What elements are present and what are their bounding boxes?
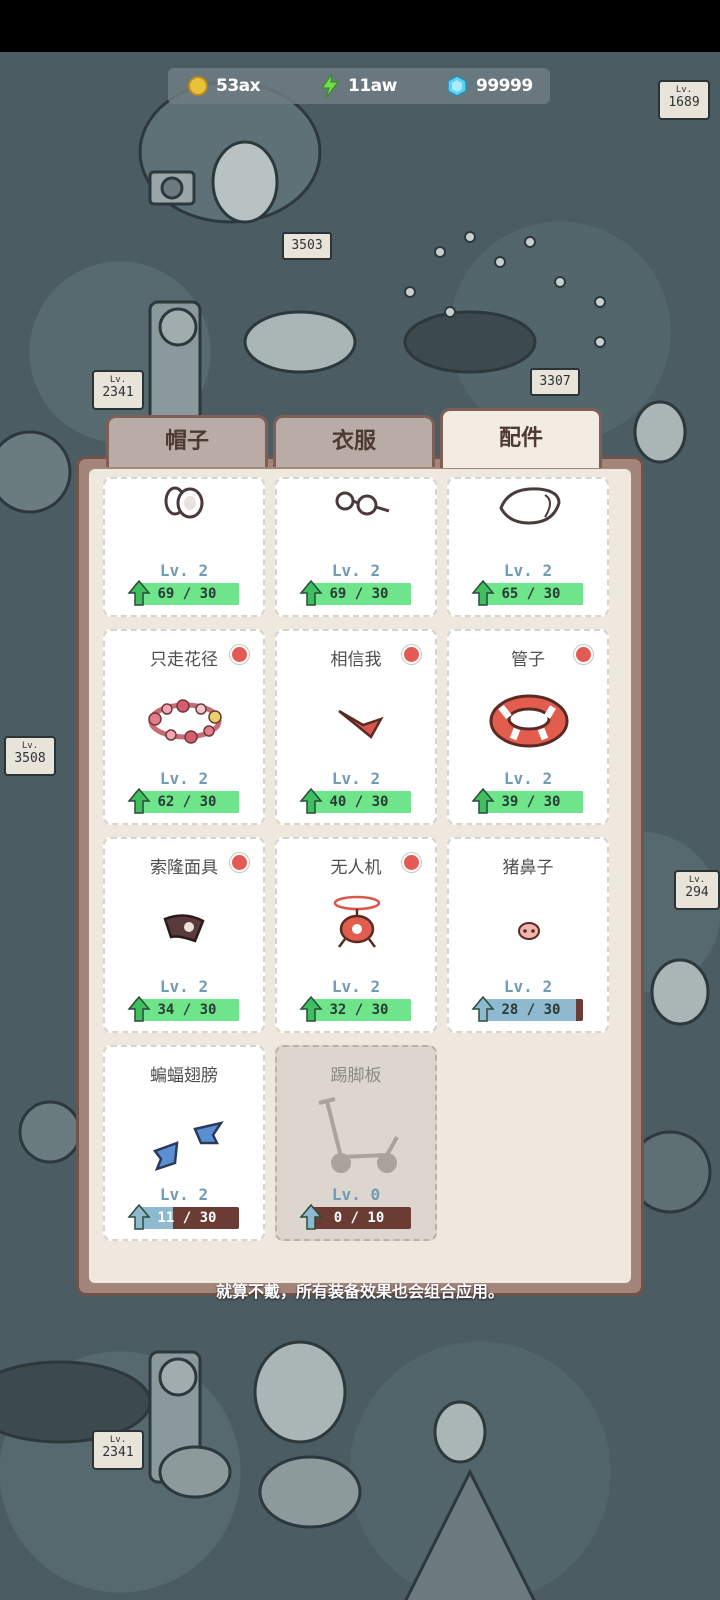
sign-2341-bottom: Lv. 2341 bbox=[92, 1430, 144, 1470]
sign-number: 1689 bbox=[668, 95, 700, 110]
sign-number: 2341 bbox=[102, 1445, 134, 1460]
upgrade-arrow-icon bbox=[299, 995, 323, 1022]
mustache-icon bbox=[338, 709, 384, 739]
gem-amount: 99999 bbox=[476, 76, 533, 96]
energy-counter[interactable]: 11aw bbox=[320, 68, 397, 104]
bat-wings-icon bbox=[152, 1121, 224, 1172]
new-badge bbox=[402, 645, 421, 664]
sign-number: 3503 bbox=[291, 238, 323, 253]
sign-1689: Lv. 1689 bbox=[658, 80, 710, 120]
coin-icon bbox=[188, 76, 208, 96]
item-level: Lv. 2 bbox=[159, 769, 209, 788]
tab-clothes[interactable]: 衣服 bbox=[273, 415, 435, 467]
new-badge bbox=[574, 645, 593, 664]
sign-number: 2341 bbox=[102, 385, 134, 400]
sign-3307: 3307 bbox=[530, 368, 580, 396]
item-level: Lv. 2 bbox=[159, 561, 209, 580]
energy-amount: 11aw bbox=[348, 76, 397, 96]
sign-number: 3508 bbox=[14, 751, 46, 766]
item-card[interactable]: 蝙蝠翅膀 Lv. 2 11 / 30 bbox=[103, 1045, 265, 1241]
item-card[interactable]: Lv. 2 65 / 30 bbox=[447, 477, 609, 617]
upgrade-arrow-icon bbox=[299, 787, 323, 814]
item-grid: Lv. 2 69 / 30 Lv. 2 69 / 30 Lv. 2 65 / 3… bbox=[89, 469, 631, 1283]
upgrade-arrow-icon bbox=[299, 1203, 323, 1230]
eye-mask-icon bbox=[163, 914, 205, 943]
drone-icon bbox=[333, 895, 381, 948]
item-card[interactable]: 猪鼻子 Lv. 2 28 / 30 bbox=[447, 837, 609, 1033]
item-card[interactable]: Lv. 2 69 / 30 bbox=[275, 477, 437, 617]
item-level: Lv. 2 bbox=[331, 561, 381, 580]
flower-wreath-icon bbox=[148, 699, 222, 744]
item-card[interactable]: Lv. 2 69 / 30 bbox=[103, 477, 265, 617]
item-level: Lv. 2 bbox=[331, 769, 381, 788]
gem-counter[interactable]: 99999 bbox=[446, 68, 533, 104]
item-level: Lv. 2 bbox=[331, 977, 381, 996]
item-level: Lv. 2 bbox=[503, 977, 553, 996]
scooter-icon bbox=[318, 1097, 399, 1173]
lightning-icon bbox=[320, 74, 340, 98]
new-badge bbox=[230, 645, 249, 664]
item-level: Lv. 2 bbox=[159, 977, 209, 996]
item-name: 蝙蝠翅膀 bbox=[150, 1066, 218, 1086]
new-badge bbox=[230, 853, 249, 872]
swim-ring-icon bbox=[489, 694, 569, 748]
item-card[interactable]: 只走花径 Lv. 2 62 / 30 bbox=[103, 629, 265, 825]
sign-3508: Lv. 3508 bbox=[4, 736, 56, 776]
item-level: Lv. 2 bbox=[159, 1185, 209, 1204]
tab-label: 配件 bbox=[498, 426, 543, 451]
tip-text: 就算不戴，所有装备效果也会组合应用。 bbox=[215, 1282, 504, 1301]
pig-nose-icon bbox=[518, 922, 540, 940]
coin-amount: 53ax bbox=[216, 76, 261, 96]
gem-icon bbox=[447, 75, 467, 97]
goggles-icon bbox=[164, 486, 204, 519]
item-name: 踢脚板 bbox=[330, 1066, 382, 1086]
new-badge bbox=[402, 853, 421, 872]
status-bar bbox=[0, 0, 720, 52]
sign-number: 3307 bbox=[539, 374, 571, 389]
upgrade-arrow-icon bbox=[127, 787, 151, 814]
tab-hats[interactable]: 帽子 bbox=[106, 415, 268, 467]
upgrade-arrow-icon bbox=[471, 787, 495, 814]
coin-counter[interactable]: 53ax bbox=[188, 68, 261, 104]
mask-icon bbox=[499, 487, 561, 525]
item-name: 猪鼻子 bbox=[502, 858, 554, 878]
upgrade-arrow-icon bbox=[127, 995, 151, 1022]
tab-label: 帽子 bbox=[164, 429, 209, 454]
currency-bar: 53ax 11aw 99999 bbox=[168, 68, 550, 104]
item-card[interactable]: 相信我 Lv. 2 40 / 30 bbox=[275, 629, 437, 825]
upgrade-arrow-icon bbox=[127, 579, 151, 606]
tab-label: 衣服 bbox=[331, 429, 376, 454]
item-card[interactable]: 管子 Lv. 2 39 / 30 bbox=[447, 629, 609, 825]
item-level: Lv. 0 bbox=[331, 1185, 381, 1204]
upgrade-arrow-icon bbox=[127, 1203, 151, 1230]
glasses-icon bbox=[335, 491, 390, 516]
upgrade-arrow-icon bbox=[471, 579, 495, 606]
tab-accessories[interactable]: 配件 bbox=[440, 408, 602, 468]
item-card[interactable]: 无人机 Lv. 2 32 / 30 bbox=[275, 837, 437, 1033]
upgrade-arrow-icon bbox=[471, 995, 495, 1022]
item-card[interactable]: 索隆面具 Lv. 2 34 / 30 bbox=[103, 837, 265, 1033]
sign-294: Lv. 294 bbox=[674, 870, 720, 910]
item-level: Lv. 2 bbox=[503, 769, 553, 788]
sign-2341-top: Lv. 2341 bbox=[92, 370, 144, 410]
equipment-panel: Lv. 2 69 / 30 Lv. 2 69 / 30 Lv. 2 65 / 3… bbox=[76, 456, 644, 1296]
sign-3503: 3503 bbox=[282, 232, 332, 260]
item-card[interactable]: 踢脚板 Lv. 0 0 / 10 bbox=[275, 1045, 437, 1241]
sign-number: 294 bbox=[685, 885, 709, 900]
upgrade-arrow-icon bbox=[299, 579, 323, 606]
item-level: Lv. 2 bbox=[503, 561, 553, 580]
